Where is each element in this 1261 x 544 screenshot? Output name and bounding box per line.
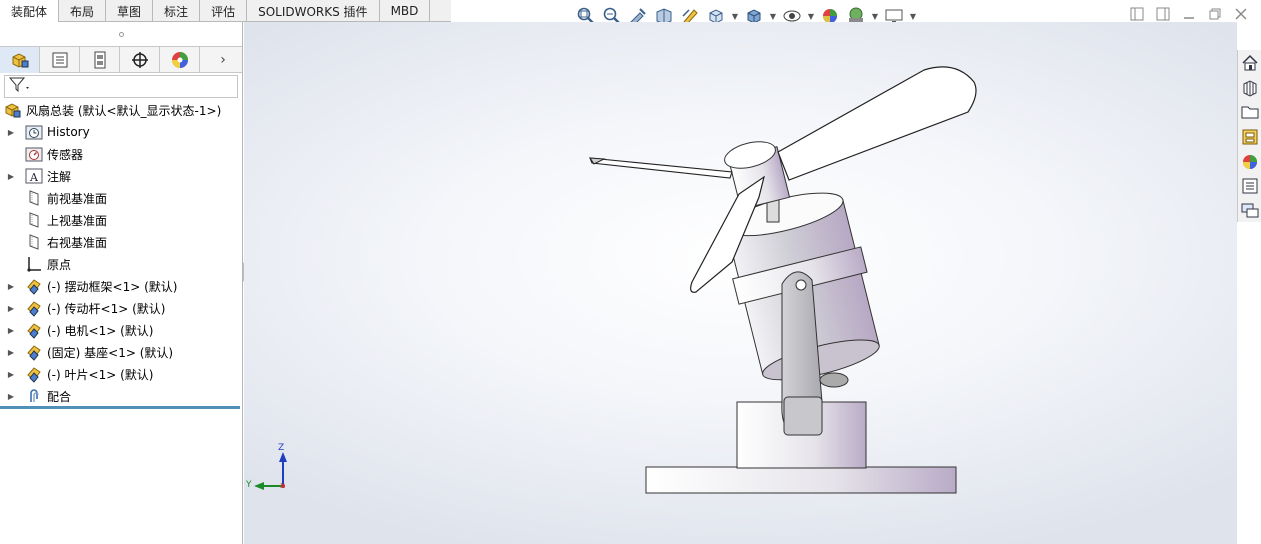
expand-arrow-icon[interactable]: ▶ <box>5 319 17 341</box>
expand-arrow-icon[interactable]: ▶ <box>5 165 17 187</box>
collapse-left-icon[interactable] <box>1127 4 1147 24</box>
expand-arrow-icon[interactable]: ▶ <box>5 275 17 297</box>
fan-blade-left[interactable] <box>589 157 733 179</box>
svg-text:A: A <box>29 171 39 184</box>
tree-filter[interactable] <box>4 75 238 98</box>
forum-icon[interactable] <box>1239 200 1261 222</box>
tree-item-label: 原点 <box>47 257 72 272</box>
expand-arrow-icon[interactable]: ▶ <box>5 121 17 143</box>
tree-item-label: 右视基准面 <box>47 235 108 250</box>
close-icon[interactable] <box>1231 4 1251 24</box>
home-icon[interactable] <box>1239 52 1261 74</box>
more-tabs-chevron-icon[interactable]: › <box>204 47 242 73</box>
expand-arrow-icon[interactable]: ▶ <box>5 341 17 363</box>
command-manager-tabs: 装配体 布局 草图 标注 评估 SOLIDWORKS 插件 MBD <box>0 0 451 23</box>
tab-evaluate[interactable]: 评估 <box>200 0 248 22</box>
configuration-manager-tab-icon[interactable] <box>80 47 120 73</box>
display-manager-tab-icon[interactable] <box>160 47 200 73</box>
plane-icon <box>24 210 44 230</box>
view-palette-icon[interactable] <box>1239 126 1261 148</box>
property-manager-tab-icon[interactable] <box>40 47 80 73</box>
fan-assembly-model[interactable] <box>244 22 1237 544</box>
minimize-icon[interactable] <box>1179 4 1199 24</box>
tree-item-sensors[interactable]: 传感器 <box>0 143 242 165</box>
feature-tree: 风扇总装 (默认<默认_显示状态-1>) ▶ History 传感器 ▶ A 注… <box>0 99 242 407</box>
tab-layout[interactable]: 布局 <box>59 0 107 22</box>
file-explorer-icon[interactable] <box>1239 101 1261 123</box>
part-icon <box>24 364 44 384</box>
tree-item-label: History <box>47 125 90 139</box>
assembly-icon <box>3 100 23 120</box>
origin-icon <box>24 254 44 274</box>
tab-sketch[interactable]: 草图 <box>106 0 154 22</box>
tree-root-label: 风扇总装 (默认<默认_显示状态-1>) <box>26 103 222 118</box>
design-library-icon[interactable] <box>1239 77 1261 99</box>
tab-solidworks-addins[interactable]: SOLIDWORKS 插件 <box>247 0 380 22</box>
mates-icon <box>24 386 44 406</box>
tree-item-label: 注解 <box>47 169 72 184</box>
tree-item-label: (-) 摆动框架<1> (默认) <box>47 279 178 294</box>
triad-y-label: Y <box>246 480 252 490</box>
part-icon <box>24 276 44 296</box>
appearances-scenes-icon[interactable] <box>1239 151 1261 173</box>
tree-item-label: 上视基准面 <box>47 213 108 228</box>
restore-icon[interactable] <box>1205 4 1225 24</box>
tree-item-origin[interactable]: 原点 <box>0 253 242 275</box>
base-plate[interactable] <box>645 466 957 494</box>
tree-item-label: (-) 电机<1> (默认) <box>47 323 154 338</box>
tree-item-label: 传感器 <box>47 147 84 162</box>
expand-arrow-icon[interactable]: ▶ <box>5 385 17 407</box>
tree-item-history[interactable]: ▶ History <box>0 121 242 143</box>
tree-item-right-plane[interactable]: 右视基准面 <box>0 231 242 253</box>
tree-item-annotations[interactable]: ▶ A 注解 <box>0 165 242 187</box>
tree-item-label: 前视基准面 <box>47 191 108 206</box>
triad-x-label: X <box>280 482 285 490</box>
triad-z-label: Z <box>278 443 285 453</box>
tree-item-drive-rod[interactable]: ▶ (-) 传动杆<1> (默认) <box>0 297 242 319</box>
part-icon <box>24 298 44 318</box>
expand-arrow-icon[interactable]: ▶ <box>5 363 17 385</box>
plane-icon <box>24 232 44 252</box>
tree-item-label: (-) 叶片<1> (默认) <box>47 367 154 382</box>
tree-item-blade[interactable]: ▶ (-) 叶片<1> (默认) <box>0 363 242 385</box>
tab-markup[interactable]: 标注 <box>153 0 201 22</box>
custom-properties-icon[interactable] <box>1239 176 1261 198</box>
fan-blade-upper[interactable] <box>777 66 977 181</box>
tab-mbd[interactable]: MBD <box>380 0 431 22</box>
tree-item-front-plane[interactable]: 前视基准面 <box>0 187 242 209</box>
part-icon <box>24 342 44 362</box>
tree-item-top-plane[interactable]: 上视基准面 <box>0 209 242 231</box>
dimxpert-manager-tab-icon[interactable] <box>120 47 160 73</box>
panel-grip[interactable] <box>0 22 242 46</box>
tree-item-label: 配合 <box>47 389 72 404</box>
tree-root[interactable]: 风扇总装 (默认<默认_显示状态-1>) <box>0 99 242 121</box>
expand-arrow-icon[interactable]: ▶ <box>5 297 17 319</box>
tree-item-mates[interactable]: ▶ 配合 <box>0 385 242 407</box>
collapse-right-icon[interactable] <box>1153 4 1173 24</box>
feature-manager-tabs: › <box>0 46 242 73</box>
sensor-icon <box>24 144 44 164</box>
window-controls <box>1127 4 1251 24</box>
feature-manager-tab-icon[interactable] <box>0 47 40 73</box>
tree-item-motor[interactable]: ▶ (-) 电机<1> (默认) <box>0 319 242 341</box>
filter-icon[interactable] <box>8 76 32 97</box>
tree-item-label: (固定) 基座<1> (默认) <box>47 345 174 360</box>
tree-item-base[interactable]: ▶ (固定) 基座<1> (默认) <box>0 341 242 363</box>
plane-icon <box>24 188 44 208</box>
history-icon <box>24 122 44 142</box>
rollback-bar[interactable] <box>0 406 240 409</box>
part-icon <box>24 320 44 340</box>
tree-item-label: (-) 传动杆<1> (默认) <box>47 301 166 316</box>
tab-assembly[interactable]: 装配体 <box>0 0 60 23</box>
task-pane <box>1237 50 1261 222</box>
feature-manager-panel: › 风扇总装 (默认<默认_显示状态-1>) ▶ History 传感器 ▶ A… <box>0 22 243 544</box>
graphics-area[interactable]: Z Y X <box>244 22 1237 544</box>
tree-item-swing-frame[interactable]: ▶ (-) 摆动框架<1> (默认) <box>0 275 242 297</box>
annotation-icon: A <box>24 166 44 186</box>
